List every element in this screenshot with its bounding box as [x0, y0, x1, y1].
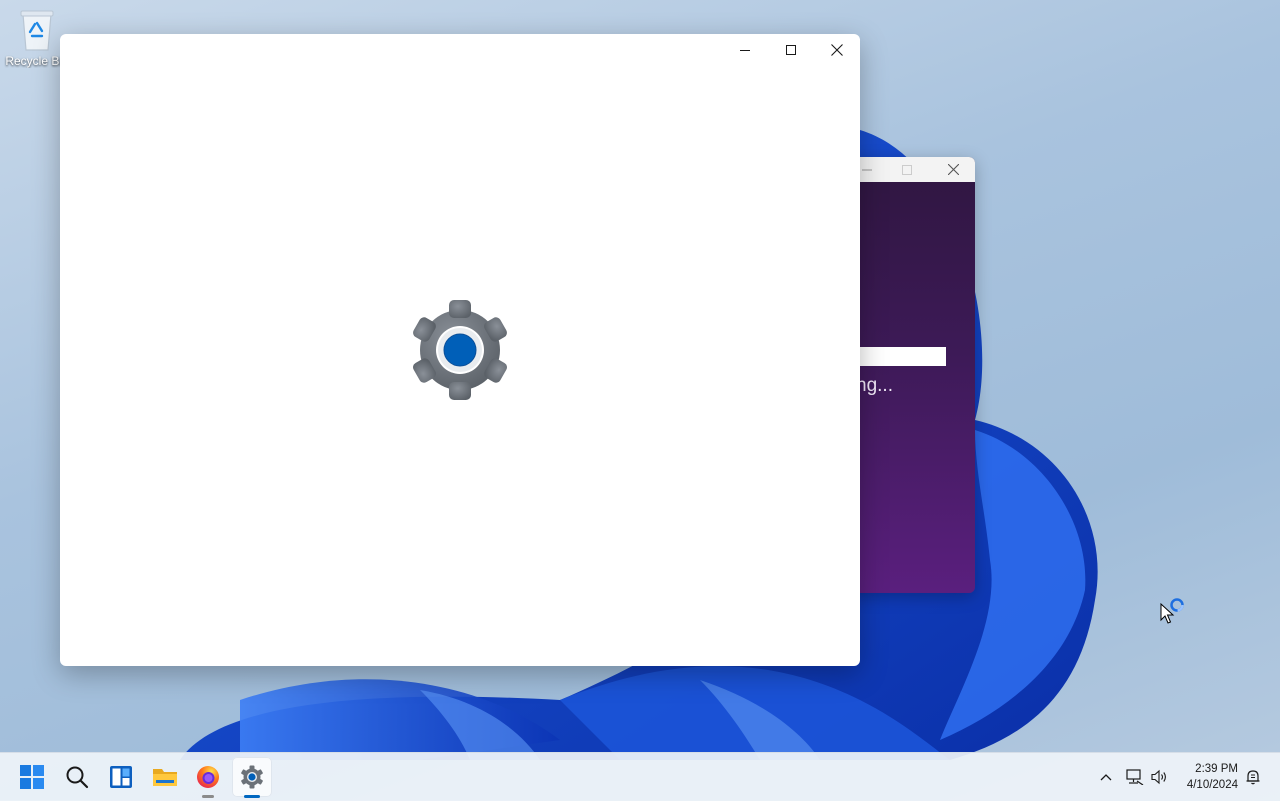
- network-button[interactable]: [1123, 753, 1147, 801]
- recycle-bin-icon: [17, 8, 57, 52]
- notification-button[interactable]: [1240, 753, 1266, 801]
- minimize-icon[interactable]: [722, 34, 768, 66]
- background-window-titlebar[interactable]: [850, 157, 975, 182]
- settings-gear-icon: [408, 300, 512, 400]
- active-indicator: [244, 795, 260, 798]
- taskbar: 2:39 PM 4/10/2024: [0, 752, 1280, 801]
- clock-time: 2:39 PM: [1195, 763, 1238, 775]
- settings-gear-icon: [241, 765, 263, 789]
- notification-icon: [1246, 770, 1260, 785]
- maximize-icon[interactable]: [768, 34, 814, 66]
- volume-button[interactable]: [1148, 753, 1172, 801]
- volume-icon: [1151, 769, 1166, 785]
- busy-cursor-icon: [1160, 598, 1184, 624]
- widgets-icon: [110, 766, 132, 788]
- windows-start-icon: [20, 765, 44, 789]
- folder-icon: [153, 769, 177, 786]
- firefox-icon: [197, 766, 219, 788]
- settings-taskbar-button[interactable]: [232, 757, 272, 798]
- start-button[interactable]: [12, 757, 52, 797]
- widgets-button[interactable]: [101, 757, 141, 797]
- network-icon: [1126, 769, 1144, 785]
- search-icon: [66, 766, 89, 789]
- clock[interactable]: 2:39 PM 4/10/2024: [1187, 761, 1238, 793]
- chevron-up-icon: [1100, 774, 1112, 781]
- loading-status-text: ng...: [856, 375, 893, 396]
- settings-window[interactable]: [60, 34, 860, 666]
- loading-progress-bar: [850, 347, 946, 366]
- background-app-window[interactable]: ng...: [850, 157, 975, 593]
- show-hidden-icons-button[interactable]: [1094, 753, 1118, 801]
- close-icon[interactable]: [814, 34, 860, 66]
- search-button[interactable]: [57, 757, 97, 797]
- file-explorer-button[interactable]: [145, 757, 185, 797]
- clock-date: 4/10/2024: [1186, 779, 1238, 791]
- close-icon[interactable]: [936, 157, 970, 182]
- maximize-icon[interactable]: [890, 157, 924, 182]
- firefox-button[interactable]: [188, 757, 228, 798]
- running-indicator: [202, 795, 214, 798]
